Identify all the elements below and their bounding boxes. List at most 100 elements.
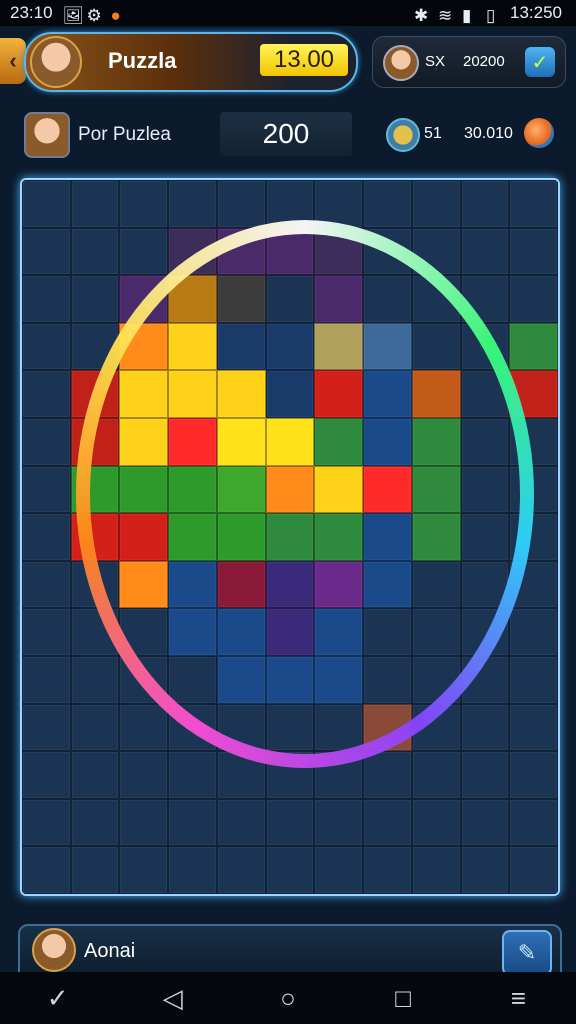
bottom-player-name: Aonai bbox=[84, 940, 136, 962]
player-avatar[interactable] bbox=[30, 36, 82, 88]
puzzle-piece[interactable] bbox=[119, 798, 169, 847]
puzzle-piece[interactable] bbox=[363, 798, 412, 847]
puzzle-piece[interactable] bbox=[22, 846, 71, 894]
puzzle-piece[interactable] bbox=[265, 846, 315, 894]
puzzle-piece[interactable] bbox=[22, 417, 71, 466]
bottom-panel: Aonai ✎ bbox=[18, 924, 562, 976]
puzzle-piece[interactable] bbox=[216, 180, 266, 228]
glow-ring bbox=[76, 220, 534, 768]
puzzle-piece[interactable] bbox=[411, 180, 461, 228]
status-time-left: 23:10 bbox=[10, 3, 53, 22]
puzzle-piece[interactable] bbox=[119, 227, 169, 276]
puzzle-piece[interactable] bbox=[168, 751, 217, 799]
points-value: 30.010 bbox=[464, 125, 513, 142]
player-bar: Por Puzlea 200 51 30.010 bbox=[24, 110, 554, 158]
puzzle-piece[interactable] bbox=[314, 846, 364, 894]
puzzle-piece[interactable] bbox=[22, 798, 71, 847]
puzzle-piece[interactable] bbox=[119, 751, 169, 799]
puzzle-piece[interactable] bbox=[22, 655, 71, 704]
player-name: Por Puzlea bbox=[78, 124, 171, 145]
nav-recents-button[interactable]: □ bbox=[373, 983, 433, 1014]
player-thumbnail[interactable] bbox=[24, 112, 70, 158]
hint-button[interactable] bbox=[524, 118, 554, 148]
puzzle-piece[interactable] bbox=[216, 798, 266, 847]
puzzle-piece[interactable] bbox=[70, 227, 120, 276]
puzzle-piece[interactable] bbox=[265, 798, 315, 847]
status-bar: 23:10 🖼 ⚙ ● ✱ ≋ ▮ ▯ 13:250 bbox=[0, 0, 576, 26]
puzzle-piece[interactable] bbox=[460, 798, 510, 847]
puzzle-piece[interactable] bbox=[70, 275, 120, 323]
puzzle-piece[interactable] bbox=[509, 846, 558, 894]
puzzle-piece[interactable] bbox=[119, 180, 169, 228]
puzzle-piece[interactable] bbox=[22, 703, 71, 752]
notification-icon: 🖼 bbox=[62, 6, 85, 25]
puzzle-piece[interactable] bbox=[70, 751, 120, 799]
puzzle-piece[interactable] bbox=[509, 180, 558, 228]
chevron-left-icon: ‹ bbox=[9, 48, 17, 73]
coin-icon bbox=[386, 118, 420, 152]
wifi-icon: ≋ bbox=[438, 6, 453, 25]
puzzle-piece[interactable] bbox=[22, 227, 71, 276]
puzzle-piece[interactable] bbox=[70, 846, 120, 894]
puzzle-piece[interactable] bbox=[363, 846, 412, 894]
puzzle-piece[interactable] bbox=[22, 560, 71, 609]
puzzle-piece[interactable] bbox=[363, 751, 412, 799]
puzzle-piece[interactable] bbox=[460, 751, 510, 799]
puzzle-piece[interactable] bbox=[509, 227, 558, 276]
puzzle-piece[interactable] bbox=[22, 465, 71, 514]
battery-icon: ▯ bbox=[486, 6, 496, 25]
puzzle-piece[interactable] bbox=[168, 180, 217, 228]
puzzle-piece[interactable] bbox=[22, 322, 71, 371]
puzzle-piece[interactable] bbox=[314, 798, 364, 847]
navigation-bar: ✓ ◁ ○ □ ≡ bbox=[0, 972, 576, 1024]
puzzle-board[interactable] bbox=[20, 178, 560, 896]
circle-home-icon: ○ bbox=[280, 982, 296, 1013]
puzzle-piece[interactable] bbox=[22, 275, 71, 323]
opponent-avatar[interactable] bbox=[383, 45, 419, 81]
puzzle-piece[interactable] bbox=[460, 180, 510, 228]
puzzle-piece[interactable] bbox=[168, 798, 217, 847]
puzzle-piece[interactable] bbox=[509, 608, 558, 656]
puzzle-piece[interactable] bbox=[70, 798, 120, 847]
puzzle-piece[interactable] bbox=[22, 370, 71, 418]
status-time-right: 13:250 bbox=[510, 3, 562, 22]
puzzle-piece[interactable] bbox=[411, 846, 461, 894]
puzzle-piece[interactable] bbox=[509, 275, 558, 323]
puzzle-piece[interactable] bbox=[216, 846, 266, 894]
puzzle-piece[interactable] bbox=[168, 846, 217, 894]
puzzle-piece[interactable] bbox=[119, 846, 169, 894]
menu-icon: ≡ bbox=[510, 982, 526, 1013]
puzzle-piece[interactable] bbox=[70, 655, 120, 704]
puzzle-piece[interactable] bbox=[119, 703, 169, 752]
edit-button[interactable]: ✎ bbox=[502, 930, 552, 976]
game-icon: ● bbox=[110, 6, 121, 25]
square-recents-icon: □ bbox=[395, 982, 412, 1013]
nav-extra-button[interactable]: ✓ bbox=[28, 983, 88, 1014]
bluetooth-icon: ✱ bbox=[414, 6, 429, 25]
nav-home-button[interactable]: ○ bbox=[258, 983, 318, 1014]
puzzle-piece[interactable] bbox=[509, 751, 558, 799]
puzzle-piece[interactable] bbox=[509, 798, 558, 847]
puzzle-piece[interactable] bbox=[460, 703, 510, 752]
puzzle-piece[interactable] bbox=[460, 846, 510, 894]
puzzle-piece[interactable] bbox=[22, 608, 71, 656]
puzzle-piece[interactable] bbox=[509, 655, 558, 704]
puzzle-piece[interactable] bbox=[70, 703, 120, 752]
puzzle-piece[interactable] bbox=[70, 180, 120, 228]
puzzle-piece[interactable] bbox=[363, 180, 412, 228]
back-button[interactable]: ‹ bbox=[0, 38, 26, 84]
puzzle-piece[interactable] bbox=[22, 751, 71, 799]
puzzle-piece[interactable] bbox=[509, 322, 558, 371]
puzzle-piece[interactable] bbox=[509, 703, 558, 752]
bottom-avatar[interactable] bbox=[32, 928, 76, 972]
confirm-button[interactable]: ✓ bbox=[525, 47, 555, 77]
puzzle-piece[interactable] bbox=[22, 513, 71, 561]
nav-menu-button[interactable]: ≡ bbox=[488, 983, 548, 1014]
puzzle-piece[interactable] bbox=[411, 751, 461, 799]
puzzle-piece[interactable] bbox=[460, 227, 510, 276]
nav-back-button[interactable]: ◁ bbox=[143, 983, 203, 1014]
timer: 13.00 bbox=[260, 44, 348, 76]
game-header: ‹ Puzzla 13.00 SX 20200 ✓ bbox=[0, 30, 576, 92]
puzzle-piece[interactable] bbox=[411, 798, 461, 847]
puzzle-piece[interactable] bbox=[22, 180, 71, 228]
